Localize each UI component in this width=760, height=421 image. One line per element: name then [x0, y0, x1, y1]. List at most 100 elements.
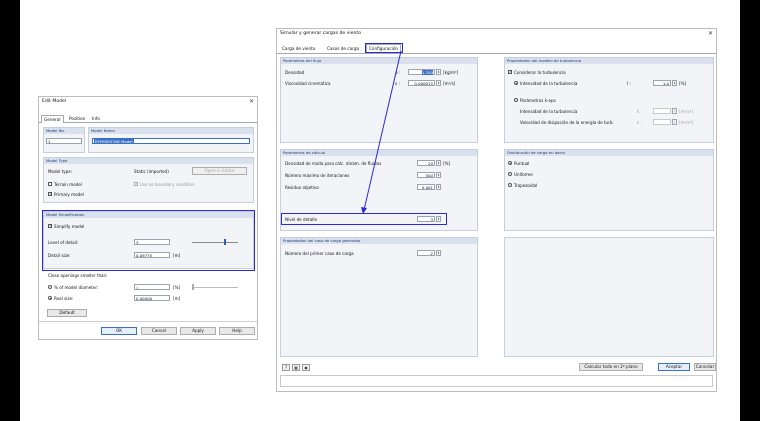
close-icon[interactable]: ✕: [708, 30, 713, 37]
status-bar: [280, 375, 713, 387]
wind-simulation-title: Simular y generar cargas de viento: [280, 31, 362, 36]
generated-load-case-header: Propiedades del caso de carga generado: [281, 238, 477, 244]
first-load-case-field[interactable]: 2: [417, 250, 435, 256]
distribution-uniform-label: Uniforme: [514, 172, 533, 177]
model-name-selection: RFEM/RSTAB Model: [94, 139, 134, 144]
cancel-button[interactable]: Cancel: [141, 327, 177, 335]
primary-model-checkbox[interactable]: ✓: [48, 192, 52, 196]
consider-turbulence-checkbox[interactable]: ✓: [508, 70, 512, 74]
model-no-field[interactable]: 1: [46, 138, 82, 144]
configuracion-tab-highlight: [365, 43, 403, 53]
mesh-density-unit: [%]: [443, 161, 451, 166]
density-unit: [kg/m³]: [443, 70, 459, 75]
viscosity-field[interactable]: 0.000015: [408, 80, 435, 86]
load-distribution-header: Distribución de carga en barra: [505, 150, 713, 156]
close-openings-label: Close openings smaller than:: [48, 273, 108, 278]
percent-diameter-slider[interactable]: [192, 287, 238, 288]
turbulence-header: Propiedades del modelo de turbulencia: [505, 58, 713, 64]
terrain-model-label: Terrain model: [54, 182, 82, 187]
model-type-value: Static (imported): [134, 169, 169, 174]
tab-position[interactable]: Position: [67, 115, 87, 122]
tab-carga-de-viento[interactable]: Carga de viento: [280, 45, 317, 52]
mesh-density-field[interactable]: 20: [417, 160, 435, 166]
open-in-editor-button[interactable]: Open in Editor: [192, 167, 247, 175]
first-load-case-spinner[interactable]: ⇕: [436, 250, 441, 256]
consider-turbulence-label: Considerar la turbulencia: [514, 70, 566, 75]
turbulence-intensity-unit: [%]: [679, 81, 687, 86]
distribution-point-radio[interactable]: [508, 161, 512, 165]
keps-intensity-field[interactable]: [653, 108, 671, 114]
keps-intensity-spinner[interactable]: ⇕: [672, 108, 677, 114]
density-selection: 1.250: [421, 70, 433, 75]
real-size-unit: [m]: [173, 296, 181, 301]
viscosity-symbol: ν :: [395, 81, 400, 86]
default-button[interactable]: Default: [47, 309, 87, 317]
keps-intensity-label: Intensidad de la turbulencia: [520, 109, 578, 114]
max-iterations-field[interactable]: 500: [417, 172, 435, 178]
turbulence-intensity-radio[interactable]: [514, 81, 518, 85]
target-residual-label: Residuo objetivo: [285, 185, 319, 190]
turbulence-intensity-spinner[interactable]: ⇕: [672, 80, 677, 86]
keps-dissipation-field[interactable]: [653, 119, 671, 125]
model-name-header: Model Name: [89, 128, 253, 134]
tab-divider: [39, 122, 257, 123]
calculate-all-background-button[interactable]: Calcular todo en 2º plano: [579, 363, 643, 371]
cancel-button[interactable]: Cancelar: [694, 363, 716, 371]
real-size-radio[interactable]: [48, 296, 52, 300]
viscosity-label: Viscosidad cinemática: [285, 81, 331, 86]
turbulence-intensity-field[interactable]: 1.0: [653, 80, 671, 86]
keps-dissipation-symbol: ε :: [637, 120, 642, 125]
accept-button[interactable]: Aceptar: [658, 363, 690, 371]
button-divider: [39, 321, 257, 322]
use-boundary-label: Use as boundary condition: [140, 182, 195, 187]
real-size-label: Real size:: [54, 296, 74, 301]
terrain-model-checkbox[interactable]: [48, 182, 52, 186]
density-spinner[interactable]: ⇕: [436, 69, 441, 75]
turbulence-intensity-symbol: I :: [627, 81, 631, 86]
keps-dissipation-unit: [m²/s³]: [679, 120, 693, 125]
apply-button[interactable]: Apply: [180, 327, 216, 335]
ok-button[interactable]: OK: [101, 327, 137, 335]
keps-intensity-symbol: k :: [637, 109, 643, 114]
empty-panel: [504, 237, 714, 357]
wind-simulation-dialog: Simular y generar cargas de viento ✕ Car…: [276, 28, 717, 392]
model-name-field[interactable]: RFEM/RSTAB Model: [92, 138, 250, 144]
density-label: Densidad: [285, 70, 305, 75]
viscosity-unit: [m²/s]: [443, 81, 456, 86]
settings-icon[interactable]: ◉: [302, 364, 310, 371]
viscosity-spinner[interactable]: ⇕: [436, 80, 441, 86]
percent-diameter-field[interactable]: 0: [134, 284, 170, 290]
real-size-field[interactable]: 0.00000: [134, 295, 170, 301]
density-field[interactable]: 1.250: [408, 69, 435, 75]
tab-divider: [277, 53, 716, 54]
percent-diameter-radio[interactable]: [48, 285, 52, 289]
first-load-case-label: Número del primer caso de carga: [285, 251, 354, 256]
keps-radio[interactable]: [514, 98, 518, 102]
max-iterations-label: Número máximo de iteraciones: [285, 173, 350, 178]
distribution-trapezoidal-radio[interactable]: [508, 183, 512, 187]
keps-dissipation-label: Velocidad de disipación de la energía de…: [520, 120, 614, 125]
flow-parameters-header: Parámetros del flujo: [281, 58, 477, 64]
close-icon[interactable]: ✕: [249, 98, 254, 105]
target-residual-field[interactable]: 0.001: [417, 184, 435, 190]
tab-general[interactable]: General: [41, 115, 64, 123]
tab-info[interactable]: Info: [90, 115, 102, 122]
target-residual-spinner[interactable]: ⇕: [436, 184, 441, 190]
model-no-header: Model No.: [44, 128, 84, 134]
use-boundary-checkbox[interactable]: ✓: [134, 182, 138, 186]
calculation-parameters-header: Parámetros de cálculo: [281, 150, 477, 156]
percent-diameter-slider-thumb[interactable]: [192, 284, 194, 290]
turbulence-intensity-label: Intensidad de la turbulencia: [520, 81, 578, 86]
keps-label: Parámetros k-eps: [520, 98, 556, 103]
mesh-density-spinner[interactable]: ⇕: [436, 160, 441, 166]
help-button[interactable]: Help: [219, 327, 255, 335]
edit-model-titlebar: Edit Model ✕: [39, 97, 257, 106]
keps-dissipation-spinner[interactable]: ⇕: [672, 119, 677, 125]
help-icon[interactable]: ?: [282, 364, 290, 371]
tab-casos-de-carga[interactable]: Casos de carga: [325, 45, 361, 52]
edit-model-dialog: Edit Model ✕ General Position Info Model…: [38, 96, 258, 340]
distribution-uniform-radio[interactable]: [508, 172, 512, 176]
distribution-point-label: Puntual: [514, 161, 530, 166]
table-icon[interactable]: ▦: [292, 364, 300, 371]
max-iterations-spinner[interactable]: ⇕: [436, 172, 441, 178]
